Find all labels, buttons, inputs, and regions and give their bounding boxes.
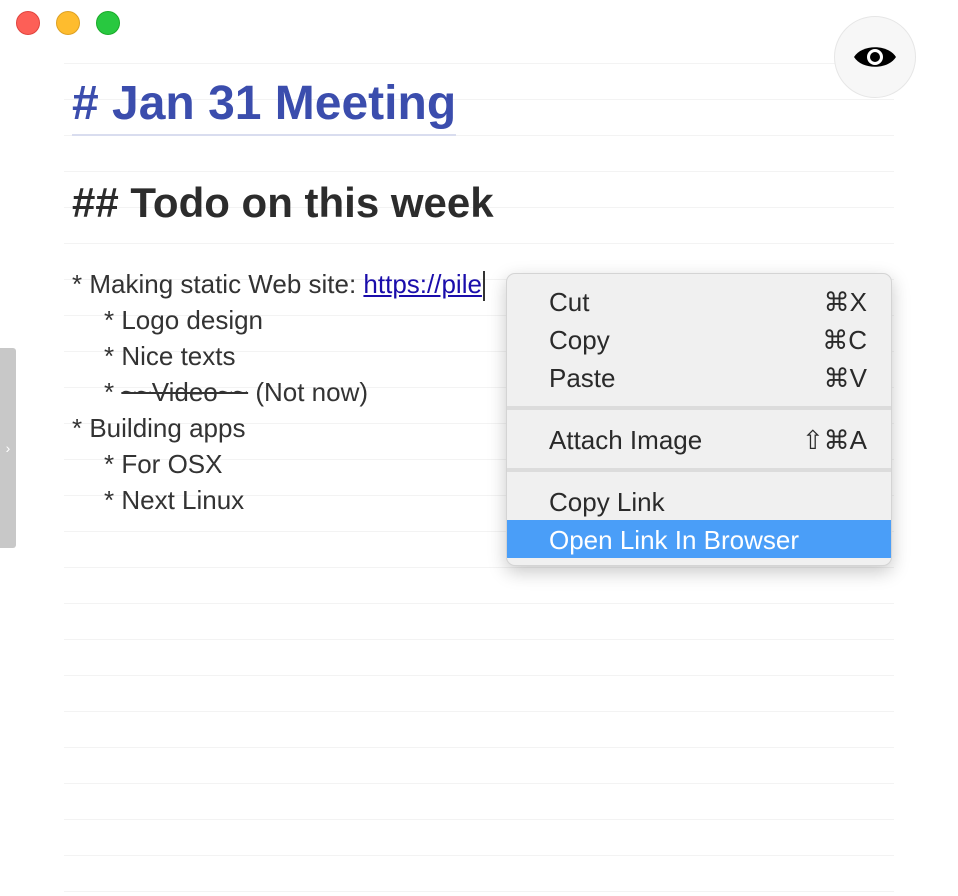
menu-separator	[507, 406, 891, 410]
menu-item-label: Paste	[549, 363, 616, 393]
strikethrough-text: ~~Video~~	[121, 377, 249, 407]
maximize-window-button[interactable]	[96, 11, 120, 35]
list-item: * Logo design	[104, 305, 264, 335]
menu-item-label: Copy Link	[549, 487, 665, 517]
list-item: * Next Linux	[104, 485, 245, 515]
list-item-text: * Making static Web site:	[72, 269, 364, 299]
menu-item-shortcut: ⌘C	[822, 325, 867, 355]
menu-item-shortcut: ⌘V	[823, 363, 867, 393]
menu-item-copy-link[interactable]: Copy Link	[507, 482, 891, 520]
menu-item-label: Copy	[549, 325, 610, 355]
menu-item-shortcut: ⌘X	[823, 287, 867, 317]
menu-item-label: Open Link In Browser	[549, 525, 800, 555]
menu-separator	[507, 468, 891, 472]
heading-2: ## Todo on this week	[72, 179, 494, 226]
menu-item-label: Cut	[549, 287, 590, 317]
preview-toggle-button[interactable]	[834, 16, 916, 98]
chevron-right-icon: ›	[5, 440, 11, 456]
list-item: * For OSX	[104, 449, 223, 479]
minimize-window-button[interactable]	[56, 11, 80, 35]
heading-1: # Jan 31 Meeting	[72, 76, 457, 136]
app-window: › # Jan 31 Meeting ## Todo on this week …	[0, 0, 958, 896]
menu-item-attach-image[interactable]: Attach Image ⇧⌘A	[507, 420, 891, 458]
sidebar-toggle[interactable]: ›	[0, 348, 16, 548]
menu-item-label: Attach Image	[549, 425, 703, 455]
menu-item-cut[interactable]: Cut ⌘X	[507, 282, 891, 320]
list-item: * Building apps	[72, 413, 246, 443]
text-caret	[482, 271, 485, 302]
url-link[interactable]: https://pile	[363, 269, 482, 299]
context-menu: Cut ⌘X Copy ⌘C Paste ⌘V Attach Image ⇧⌘A…	[506, 273, 892, 566]
menu-item-shortcut: ⇧⌘A	[801, 425, 867, 455]
list-item: * Nice texts	[104, 341, 236, 371]
eye-icon	[854, 47, 896, 67]
menu-item-open-link-in-browser[interactable]: Open Link In Browser	[507, 520, 891, 558]
menu-item-paste[interactable]: Paste ⌘V	[507, 358, 891, 396]
list-bullet: *	[104, 377, 122, 407]
list-item-text: (Not now)	[248, 377, 369, 407]
close-window-button[interactable]	[16, 11, 40, 35]
list-item: * ~~Video~~ (Not now)	[104, 374, 368, 410]
menu-item-copy[interactable]: Copy ⌘C	[507, 320, 891, 358]
window-controls	[16, 11, 120, 35]
list-item: * Making static Web site: https://pile	[72, 266, 485, 302]
